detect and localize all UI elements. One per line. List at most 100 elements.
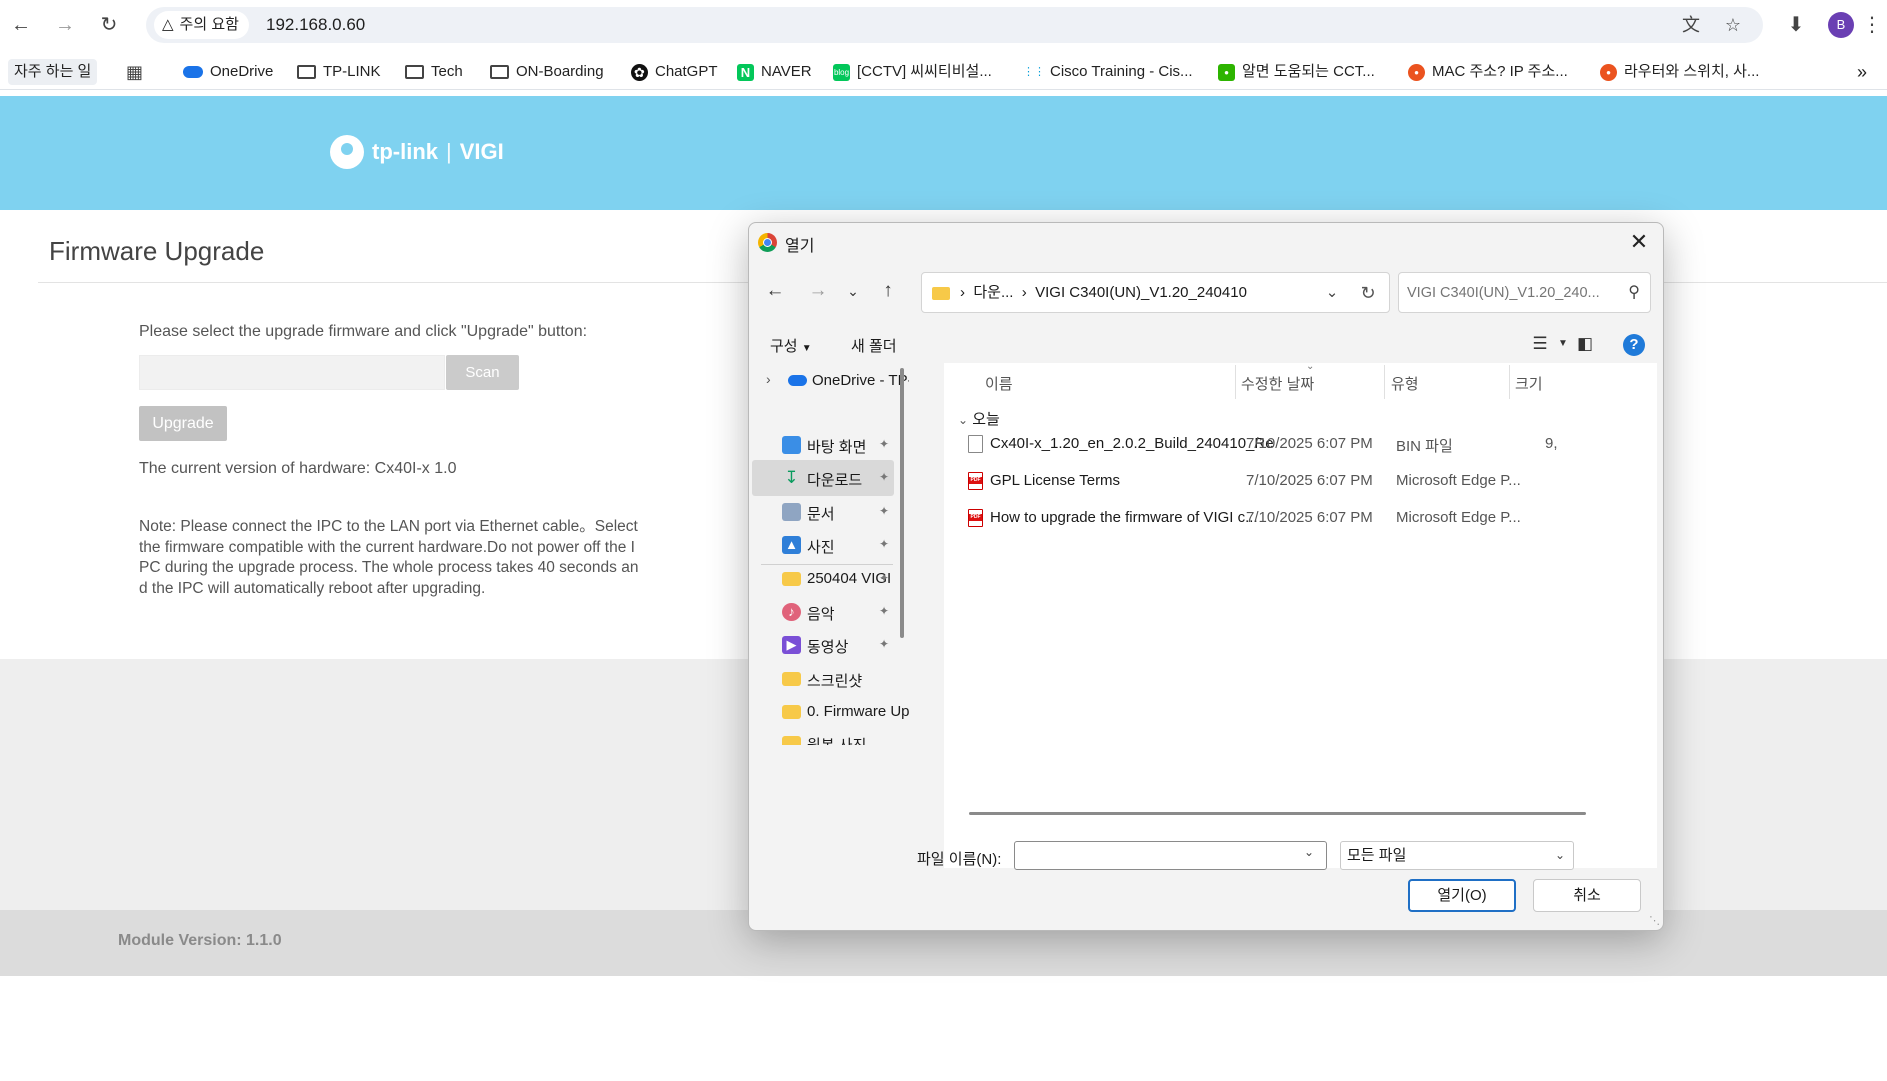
forward-arrow-icon[interactable]: → <box>51 11 79 39</box>
bookmark-cctv-tips[interactable]: • 알면 도움되는 CCT... <box>1218 59 1375 85</box>
file-name: GPL License Terms <box>990 472 1121 489</box>
search-icon[interactable]: ⚲ <box>1628 282 1640 302</box>
bookmark-cctv-blog[interactable]: blog [CCTV] 씨씨티비설... <box>833 59 992 85</box>
recent-locations-chevron-icon[interactable]: ⌄ <box>839 277 867 305</box>
file-type: Microsoft Edge P... <box>1396 472 1521 489</box>
help-icon[interactable]: ? <box>1623 334 1645 356</box>
pin-icon[interactable]: ✦ <box>879 537 889 551</box>
pin-icon[interactable]: ✦ <box>879 504 889 518</box>
security-warning-chip[interactable]: △ 주의 요함 <box>154 11 249 39</box>
pin-icon[interactable]: ✦ <box>879 604 889 618</box>
pin-icon[interactable]: ✦ <box>879 470 889 484</box>
dialog-search-box[interactable]: ⚲ <box>1398 272 1651 313</box>
sort-chevron-icon: ⌄ <box>1306 363 1315 372</box>
file-type-select[interactable]: 모든 파일 ⌄ <box>1340 841 1574 870</box>
chatgpt-icon: ✿ <box>631 63 648 81</box>
bookmark-naver[interactable]: N NAVER <box>737 59 812 85</box>
more-menu-icon[interactable]: ⋮ <box>1858 11 1886 39</box>
star-bookmark-icon[interactable]: ☆ <box>1719 11 1747 39</box>
chevron-down-icon[interactable]: ⌄ <box>1304 845 1314 859</box>
dialog-address-box[interactable]: › 다운... › VIGI C340I(UN)_V1.20_240410 ⌄ … <box>921 272 1390 313</box>
bookmark-frequent[interactable]: 자주 하는 일 <box>8 59 98 85</box>
pdf-icon <box>968 509 983 527</box>
tp-link-vigi-logo: tp-link | VIGI <box>330 135 504 169</box>
upgrade-button[interactable]: Upgrade <box>139 406 227 441</box>
bookmarks-overflow-icon[interactable]: » <box>1857 59 1867 85</box>
reload-icon[interactable]: ↻ <box>95 11 123 39</box>
nav-item-desktop[interactable]: 바탕 화면 ✦ <box>752 427 894 463</box>
search-input[interactable] <box>1407 281 1607 305</box>
breadcrumb-parent[interactable]: 다운... <box>973 284 1013 301</box>
file-type: BIN 파일 <box>1396 438 1453 455</box>
group-header-today[interactable]: ⌄ 오늘 <box>958 408 1000 429</box>
nav-item-videos[interactable]: ▶ 동영상 ✦ <box>752 627 894 663</box>
nav-item-onedrive[interactable]: › OneDrive - TP-l <box>752 363 909 399</box>
apps-grid-icon[interactable]: ▦ <box>126 59 143 85</box>
profile-avatar[interactable]: B <box>1828 12 1854 38</box>
nav-item-pictures[interactable]: ▲ 사진 ✦ <box>752 527 894 563</box>
download-icon[interactable]: ⬇ <box>1782 11 1810 39</box>
file-list-hscrollbar[interactable] <box>969 812 1586 815</box>
file-name-input[interactable] <box>1014 841 1327 870</box>
nav-item-250404-vigi[interactable]: 250404 VIGI ✦ <box>752 561 894 597</box>
bookmark-tp-link[interactable]: TP-LINK <box>297 59 381 85</box>
nav-item-music[interactable]: ♪ 음악 ✦ <box>752 594 894 630</box>
upgrade-instruction: Please select the upgrade firmware and c… <box>139 323 588 340</box>
folder-icon <box>782 736 801 745</box>
chevron-right-icon[interactable]: › <box>766 371 771 387</box>
bookmark-tech[interactable]: Tech <box>405 59 463 85</box>
resize-grip-icon[interactable]: ⋱ <box>1649 914 1660 927</box>
folder-icon <box>782 672 801 686</box>
dialog-titlebar[interactable]: 열기 ✕ <box>749 223 1663 261</box>
dialog-forward-icon[interactable]: → <box>804 277 832 305</box>
nav-item-original-photos[interactable]: 원본 사진 <box>752 725 894 745</box>
tistory-icon: • <box>1408 63 1425 81</box>
upgrade-note: Note: Please connect the IPC to the LAN … <box>139 518 639 597</box>
dialog-title: 열기 <box>785 238 815 255</box>
firmware-file-field[interactable] <box>139 355 445 390</box>
close-icon[interactable]: ✕ <box>1623 226 1655 258</box>
bookmark-chatgpt[interactable]: ✿ ChatGPT <box>631 59 718 85</box>
tp-link-logo-mark <box>330 135 364 169</box>
translate-icon[interactable]: 文 <box>1677 11 1705 39</box>
file-row[interactable]: GPL License Terms 7/10/2025 6:07 PM Micr… <box>964 466 1654 496</box>
up-folder-icon[interactable]: ↑ <box>874 277 902 305</box>
new-folder-button[interactable]: 새 폴더 <box>851 335 897 356</box>
organize-menu[interactable]: 구성 ▼ <box>770 335 812 356</box>
bookmark-on-boarding[interactable]: ON-Boarding <box>490 59 604 85</box>
bookmark-onedrive[interactable]: OneDrive <box>183 59 273 85</box>
column-header-type[interactable]: 유형 <box>1391 373 1419 394</box>
dialog-back-icon[interactable]: ← <box>761 277 789 305</box>
back-arrow-icon[interactable]: ← <box>7 11 35 39</box>
nav-item-screenshots[interactable]: 스크린샷 <box>752 661 894 697</box>
nav-item-documents[interactable]: 문서 ✦ <box>752 494 894 530</box>
open-file-dialog: 열기 ✕ ← → ⌄ ↑ › 다운... › VIGI C340I(UN)_V1… <box>748 222 1664 931</box>
file-row[interactable]: Cx40I-x_1.20_en_2.0.2_Build_240410_Rel..… <box>964 429 1654 459</box>
chevron-down-icon[interactable]: ⌄ <box>1319 279 1345 307</box>
address-bar[interactable]: △ 주의 요함 192.168.0.60 文 ☆ <box>146 7 1763 43</box>
column-header-modified[interactable]: 수정한 날짜 <box>1241 373 1314 394</box>
file-type: Microsoft Edge P... <box>1396 509 1521 526</box>
pin-icon[interactable]: ✦ <box>879 571 889 585</box>
column-header-size[interactable]: 크기 <box>1515 373 1543 394</box>
cisco-icon: ⋮⋮ <box>1023 65 1045 78</box>
naver-icon: N <box>737 63 754 81</box>
bookmark-router-switch[interactable]: • 라우터와 스위치, 사... <box>1600 59 1759 85</box>
pin-icon[interactable]: ✦ <box>879 437 889 451</box>
folder-icon <box>782 572 801 586</box>
navigation-pane: › OneDrive - TP-l 바탕 화면 ✦ ↧ 다운로드 ✦ 문서 ✦ … <box>749 363 909 846</box>
column-header-name[interactable]: 이름 <box>985 373 1013 394</box>
bookmark-mac-ip[interactable]: • MAC 주소? IP 주소... <box>1408 59 1568 85</box>
url-text[interactable]: 192.168.0.60 <box>266 7 365 43</box>
nav-pane-scrollbar[interactable] <box>900 368 904 638</box>
cancel-button[interactable]: 취소 <box>1533 879 1641 912</box>
breadcrumb-current[interactable]: VIGI C340I(UN)_V1.20_240410 <box>1035 284 1247 301</box>
preview-pane-icon[interactable]: ◧ <box>1571 330 1599 358</box>
refresh-icon[interactable]: ↻ <box>1353 279 1383 307</box>
nav-item-downloads[interactable]: ↧ 다운로드 ✦ <box>752 460 894 496</box>
open-button[interactable]: 열기(O) <box>1408 879 1516 912</box>
scan-button[interactable]: Scan <box>446 355 519 390</box>
bookmark-cisco-training[interactable]: ⋮⋮ Cisco Training - Cis... <box>1023 59 1193 85</box>
file-row[interactable]: How to upgrade the firmware of VIGI c...… <box>964 503 1654 533</box>
pin-icon[interactable]: ✦ <box>879 637 889 651</box>
